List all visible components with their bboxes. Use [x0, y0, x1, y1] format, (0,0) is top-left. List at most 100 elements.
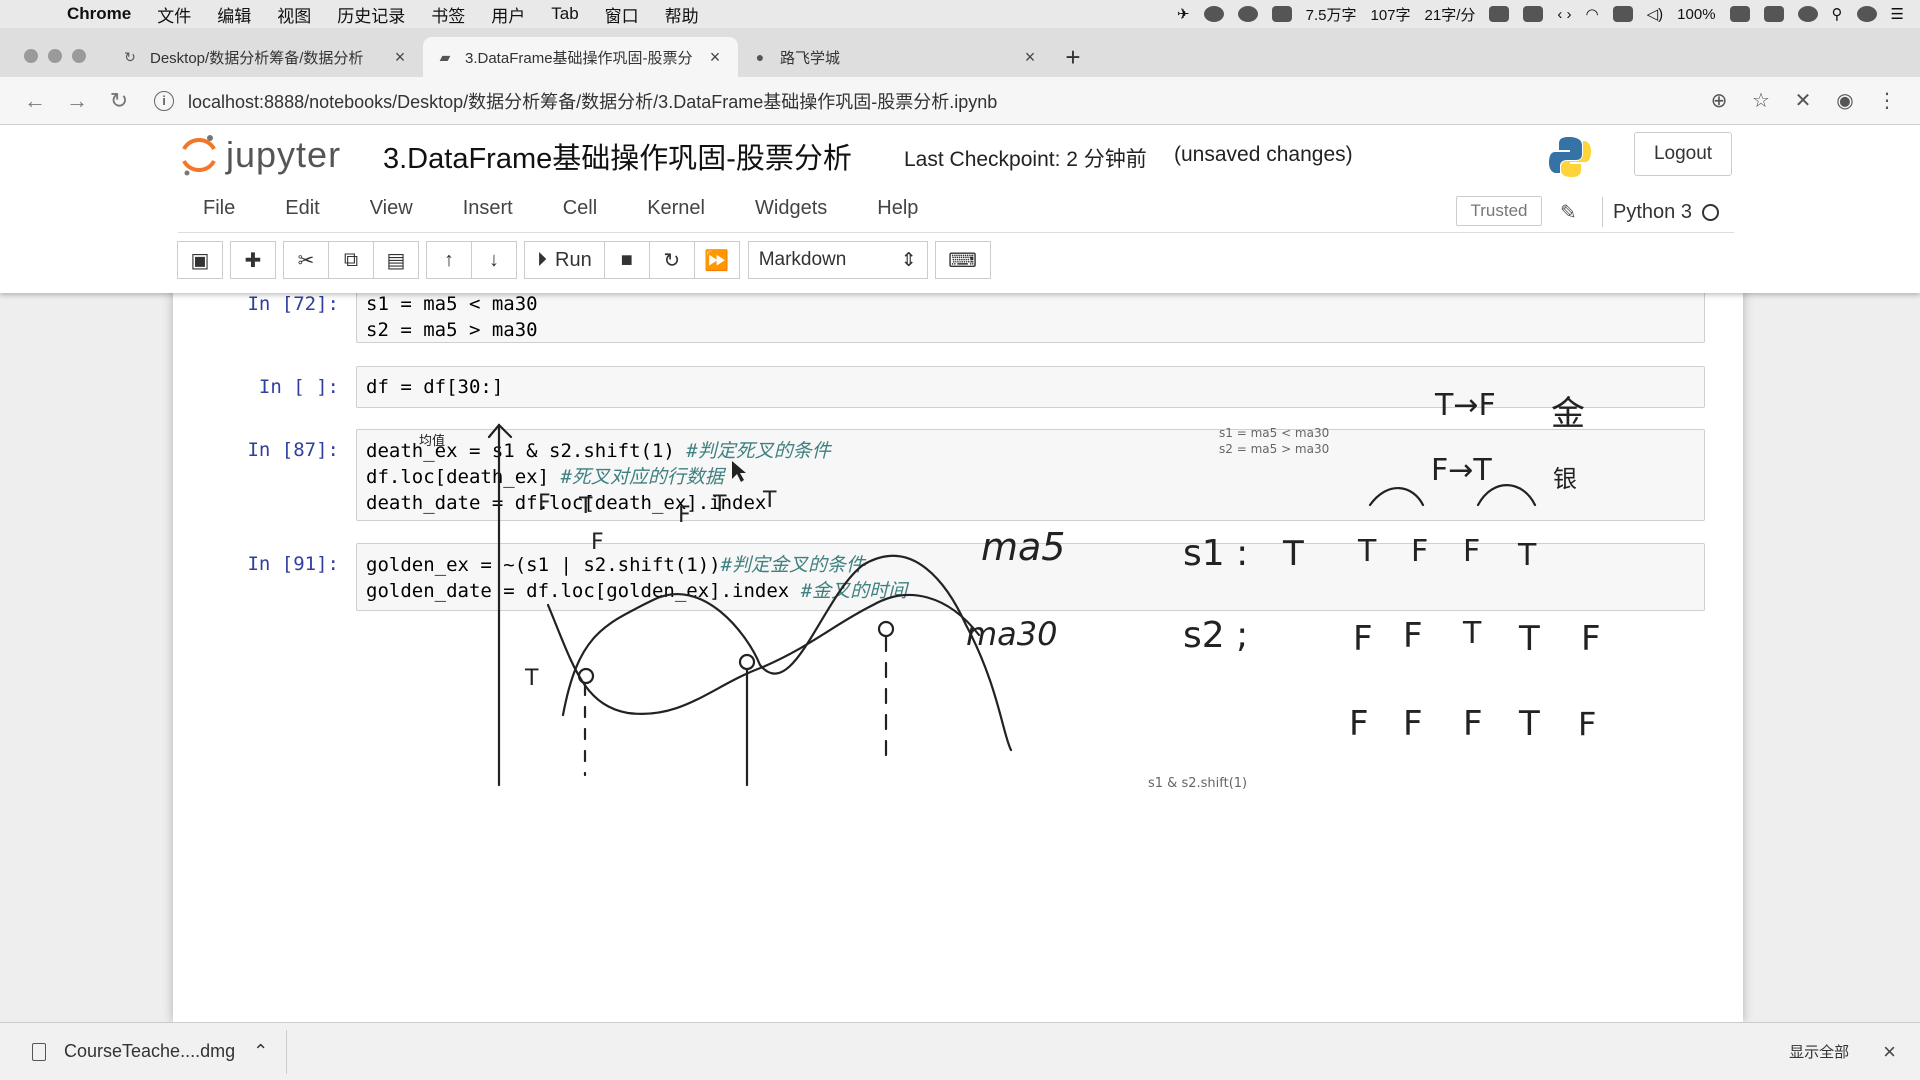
- select-arrows-icon: ⇕: [900, 249, 917, 271]
- battery-icon[interactable]: [1729, 6, 1750, 22]
- copy-button[interactable]: ⧉: [328, 241, 374, 279]
- volume-icon[interactable]: ◁): [1647, 5, 1664, 23]
- tab-strip: ↻ Desktop/数据分析筹备/数据分析 × ▰ 3.DataFrame基础操…: [0, 28, 1920, 77]
- save-button[interactable]: ▣: [177, 241, 223, 279]
- menu-app-name[interactable]: Chrome: [54, 4, 144, 24]
- close-window-button[interactable]: [24, 49, 38, 63]
- menu-edit[interactable]: Edit: [260, 197, 344, 220]
- profile-icon[interactable]: ◉: [1824, 81, 1866, 121]
- menu-file[interactable]: 文件: [144, 2, 204, 27]
- close-tab-icon[interactable]: ×: [1021, 47, 1039, 68]
- menu-users[interactable]: 用户: [478, 2, 538, 27]
- star-icon[interactable]: ☆: [1740, 81, 1782, 121]
- cell-input[interactable]: s1 = ma5 < ma30 s2 = ma5 > ma30: [356, 287, 1705, 343]
- menu-cell[interactable]: Cell: [538, 197, 622, 220]
- menu-insert[interactable]: Insert: [438, 197, 538, 220]
- curve-mark: F: [678, 503, 691, 528]
- forward-button[interactable]: →: [56, 81, 98, 121]
- zoom-window-button[interactable]: [72, 49, 86, 63]
- keyboard-shortcuts-button[interactable]: ⌨: [934, 241, 991, 279]
- close-tab-icon[interactable]: ×: [706, 47, 724, 68]
- menu-help[interactable]: Help: [852, 197, 943, 220]
- handwritten-diagram: 均值 s1 = ma5 < ma30 s2 = ma5 > ma30 s1 & …: [419, 388, 1601, 791]
- tab-label: 3.DataFrame基础操作巩固-股票分: [465, 49, 693, 67]
- user-icon[interactable]: [1856, 6, 1877, 22]
- code-cell-72[interactable]: In [72]: s1 = ma5 < ma30 s2 = ma5 > ma30: [173, 287, 1743, 347]
- restart-run-all-button[interactable]: ⏩: [693, 241, 740, 279]
- extension-icon[interactable]: ✕: [1782, 81, 1824, 121]
- s-app-icon[interactable]: [1763, 6, 1784, 22]
- paste-button[interactable]: ▤: [373, 241, 419, 279]
- silver-label: 银: [1553, 465, 1577, 493]
- chevron-up-icon[interactable]: ⌃: [253, 1041, 268, 1062]
- close-tab-icon[interactable]: ×: [391, 47, 409, 68]
- cut-button[interactable]: ✂: [283, 241, 329, 279]
- grid-icon[interactable]: [1523, 6, 1544, 22]
- cloud-icon[interactable]: [1237, 6, 1258, 22]
- close-download-bar-icon[interactable]: ×: [1883, 1039, 1896, 1065]
- menu-view[interactable]: 视图: [264, 2, 324, 27]
- tf-label: T→F: [1434, 388, 1496, 423]
- airplay-icon[interactable]: [1612, 6, 1633, 22]
- pencil-icon[interactable]: ✎: [1560, 200, 1577, 225]
- cell-type-select[interactable]: Markdown ⇕: [747, 241, 928, 279]
- show-all-button[interactable]: 显示全部: [1789, 1041, 1849, 1062]
- jupyter-wordmark: jupyter: [226, 134, 342, 175]
- download-item[interactable]: CourseTeache....dmg ⌃: [0, 1029, 288, 1074]
- note-and: s1 & s2.shift(1): [1148, 776, 1247, 791]
- menu-bookmarks[interactable]: 书签: [418, 2, 478, 27]
- luffy-tab-icon: ●: [755, 49, 765, 65]
- reload-button[interactable]: ↻: [98, 81, 140, 121]
- interrupt-button[interactable]: ■: [603, 241, 650, 279]
- menu-help[interactable]: 帮助: [652, 2, 712, 27]
- tab-notebook[interactable]: ▰ 3.DataFrame基础操作巩固-股票分 ×: [423, 37, 738, 77]
- back-button[interactable]: ←: [14, 81, 56, 121]
- info-icon[interactable]: i: [154, 90, 174, 111]
- ft-label: F→T: [1431, 453, 1492, 488]
- cross-point: [877, 620, 895, 638]
- restart-button[interactable]: ↻: [648, 241, 695, 279]
- kernel-idle-icon: [1701, 203, 1719, 221]
- clock-icon[interactable]: [1797, 6, 1818, 22]
- menu-widgets[interactable]: Widgets: [730, 197, 852, 220]
- trusted-badge[interactable]: Trusted: [1456, 196, 1542, 226]
- run-icon: ⏵: [537, 248, 547, 271]
- jupyter-logo[interactable]: jupyter: [180, 133, 341, 177]
- run-button[interactable]: ⏵ Run: [524, 241, 605, 279]
- notebook-toolbar: ▣ ✚ ✂ ⧉ ▤ ↑ ↓ ⏵ Run ■ ↻ ⏩ Markdown ⇕ ⌨: [177, 239, 999, 281]
- menu-tab[interactable]: Tab: [538, 4, 591, 24]
- notebook-tab-icon: ▰: [439, 48, 451, 65]
- run-label: Run: [555, 248, 592, 271]
- new-tab-button[interactable]: +: [1053, 37, 1093, 77]
- list-icon[interactable]: ☰: [1891, 5, 1904, 23]
- curve-mark: F: [538, 491, 551, 516]
- menu-file[interactable]: File: [178, 197, 260, 220]
- wifi-icon[interactable]: ◠: [1586, 5, 1599, 23]
- python-logo-icon: [1549, 137, 1591, 177]
- move-down-button[interactable]: ↓: [471, 241, 517, 279]
- s1-value: T: [1357, 534, 1377, 569]
- notebook-title[interactable]: 3.DataFrame基础操作巩固-股票分析: [383, 135, 852, 177]
- insert-cell-button[interactable]: ✚: [230, 241, 276, 279]
- logout-button[interactable]: Logout: [1634, 132, 1732, 176]
- menu-history[interactable]: 历史记录: [324, 2, 418, 27]
- search-icon[interactable]: ⚲: [1832, 5, 1843, 23]
- tab-desktop[interactable]: ↻ Desktop/数据分析筹备/数据分析 ×: [108, 37, 423, 77]
- menu-edit[interactable]: 编辑: [204, 2, 264, 27]
- menu-view[interactable]: View: [345, 197, 438, 220]
- menu-kernel[interactable]: Kernel: [622, 197, 730, 220]
- url-field[interactable]: i localhost:8888/notebooks/Desktop/数据分析筹…: [140, 84, 1698, 118]
- mouse-cursor-icon: [732, 461, 746, 482]
- tab-luffy[interactable]: ● 路飞学城 ×: [738, 37, 1053, 77]
- code-icon[interactable]: ‹ ›: [1557, 6, 1571, 23]
- zoom-icon[interactable]: ⊕: [1698, 81, 1740, 121]
- more-menu-icon[interactable]: ⋮: [1866, 81, 1908, 121]
- status-box-icon[interactable]: [1271, 6, 1292, 22]
- move-up-button[interactable]: ↑: [426, 241, 472, 279]
- plane-icon[interactable]: ✈: [1177, 5, 1190, 23]
- menu-window[interactable]: 窗口: [592, 2, 652, 27]
- input-method-icon[interactable]: [1489, 6, 1510, 22]
- status-app-icon[interactable]: [1203, 6, 1224, 22]
- window-controls: [0, 49, 108, 77]
- minimize-window-button[interactable]: [48, 49, 62, 63]
